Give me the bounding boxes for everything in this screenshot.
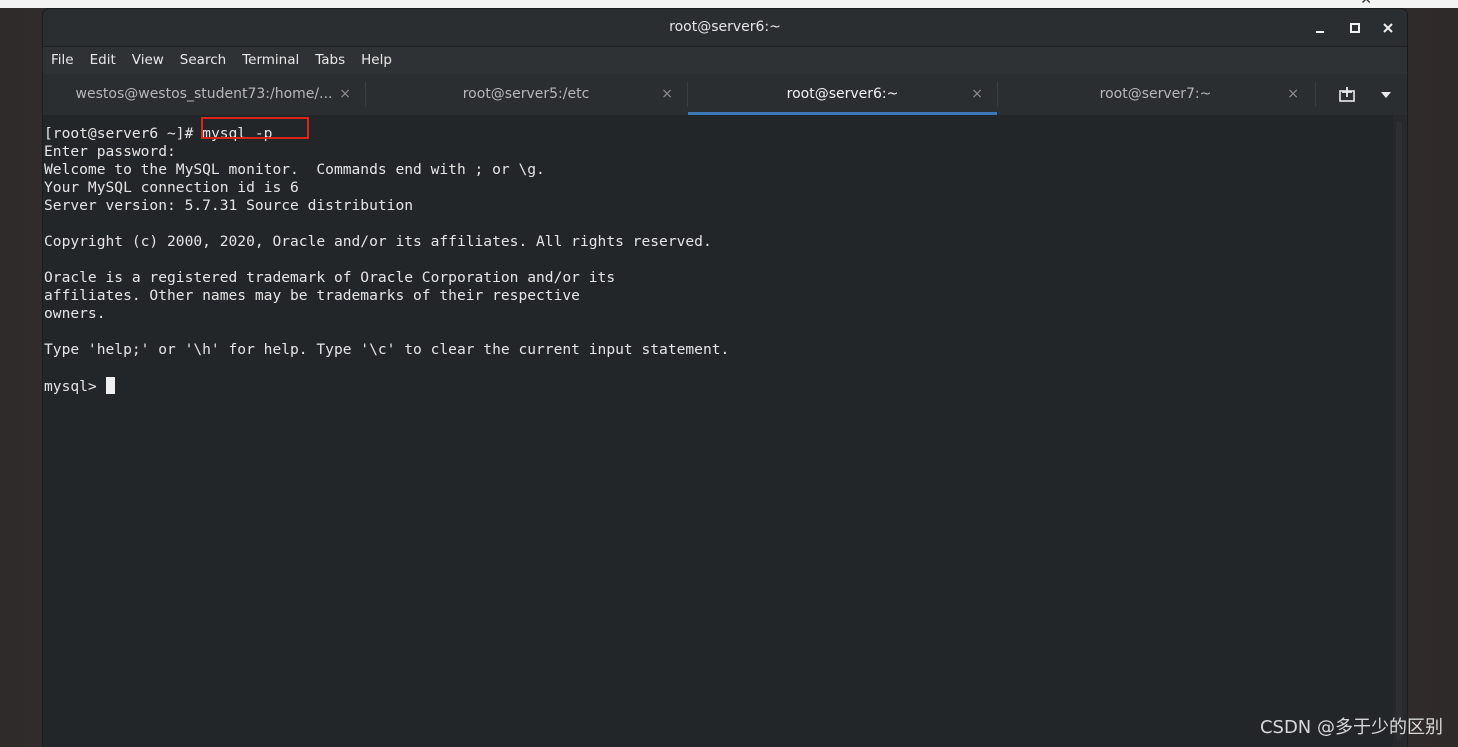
tab-label: root@server6:~ bbox=[786, 86, 899, 102]
output-line: Type 'help;' or '\h' for help. Type '\c'… bbox=[44, 341, 730, 358]
scrollbar-thumb[interactable] bbox=[1396, 121, 1402, 741]
output-line: Enter password: bbox=[44, 143, 176, 160]
output-line: Your MySQL connection id is 6 bbox=[44, 179, 299, 196]
tab-server5[interactable]: root@server5:/etc × bbox=[365, 74, 687, 115]
close-icon bbox=[1383, 23, 1393, 33]
close-button[interactable] bbox=[1377, 17, 1399, 39]
shell-prompt: [root@server6 ~]# bbox=[44, 125, 203, 142]
output-line: Copyright (c) 2000, 2020, Oracle and/or … bbox=[44, 233, 712, 250]
window-title: root@server6:~ bbox=[669, 19, 781, 35]
tab-close-icon[interactable]: × bbox=[971, 74, 983, 115]
output-line: owners. bbox=[44, 305, 106, 322]
mysql-prompt: mysql> bbox=[44, 378, 106, 395]
top-strip: ✕ bbox=[0, 0, 1458, 8]
minimize-icon bbox=[1316, 31, 1324, 33]
terminal-output[interactable]: [root@server6 ~]# mysql -p Enter passwor… bbox=[43, 115, 1393, 747]
menu-edit[interactable]: Edit bbox=[82, 47, 124, 74]
menu-view[interactable]: View bbox=[124, 47, 172, 74]
highlight-box bbox=[201, 117, 309, 139]
output-line: affiliates. Other names may be trademark… bbox=[44, 287, 580, 304]
menu-file[interactable]: File bbox=[43, 47, 82, 74]
menu-terminal[interactable]: Terminal bbox=[234, 47, 307, 74]
close-icon[interactable]: ✕ bbox=[1360, 0, 1372, 7]
tab-server7[interactable]: root@server7:~ × bbox=[998, 74, 1313, 115]
text-cursor bbox=[105, 377, 115, 394]
minimize-button[interactable] bbox=[1309, 17, 1331, 39]
tab-westos[interactable]: westos@westos_student73:/home/... × bbox=[43, 74, 365, 115]
titlebar: root@server6:~ bbox=[43, 9, 1407, 47]
tab-close-icon[interactable]: × bbox=[661, 74, 673, 115]
output-line: Welcome to the MySQL monitor. Commands e… bbox=[44, 161, 545, 178]
mysql-prompt-line[interactable]: mysql> bbox=[44, 377, 115, 395]
menu-tabs[interactable]: Tabs bbox=[307, 47, 353, 74]
tab-label: root@server5:/etc bbox=[462, 86, 590, 102]
tab-label: westos@westos_student73:/home/... bbox=[75, 86, 333, 102]
maximize-button[interactable] bbox=[1344, 17, 1366, 39]
tab-close-icon[interactable]: × bbox=[339, 74, 351, 115]
tabs-menu-chevron-icon bbox=[1381, 91, 1391, 98]
tab-bar: westos@westos_student73:/home/... × root… bbox=[43, 74, 1407, 116]
maximize-icon bbox=[1350, 23, 1360, 33]
tab-separator bbox=[1315, 82, 1316, 107]
new-tab-button[interactable] bbox=[1328, 74, 1366, 115]
output-line: Oracle is a registered trademark of Orac… bbox=[44, 269, 616, 286]
new-tab-icon bbox=[1339, 86, 1355, 102]
menu-search[interactable]: Search bbox=[172, 47, 234, 74]
terminal-window: root@server6:~ File Edit View Search Ter… bbox=[43, 9, 1407, 747]
menubar: File Edit View Search Terminal Tabs Help bbox=[43, 47, 1407, 74]
scrollbar[interactable] bbox=[1393, 115, 1407, 747]
tab-label: root@server7:~ bbox=[1099, 86, 1212, 102]
watermark: CSDN @多于少的区别 bbox=[1259, 717, 1443, 738]
tab-server6[interactable]: root@server6:~ × bbox=[688, 74, 997, 115]
menu-help[interactable]: Help bbox=[353, 47, 400, 74]
output-line: Server version: 5.7.31 Source distributi… bbox=[44, 197, 414, 214]
tab-close-icon[interactable]: × bbox=[1287, 74, 1299, 115]
tabs-menu-button[interactable] bbox=[1368, 74, 1404, 115]
